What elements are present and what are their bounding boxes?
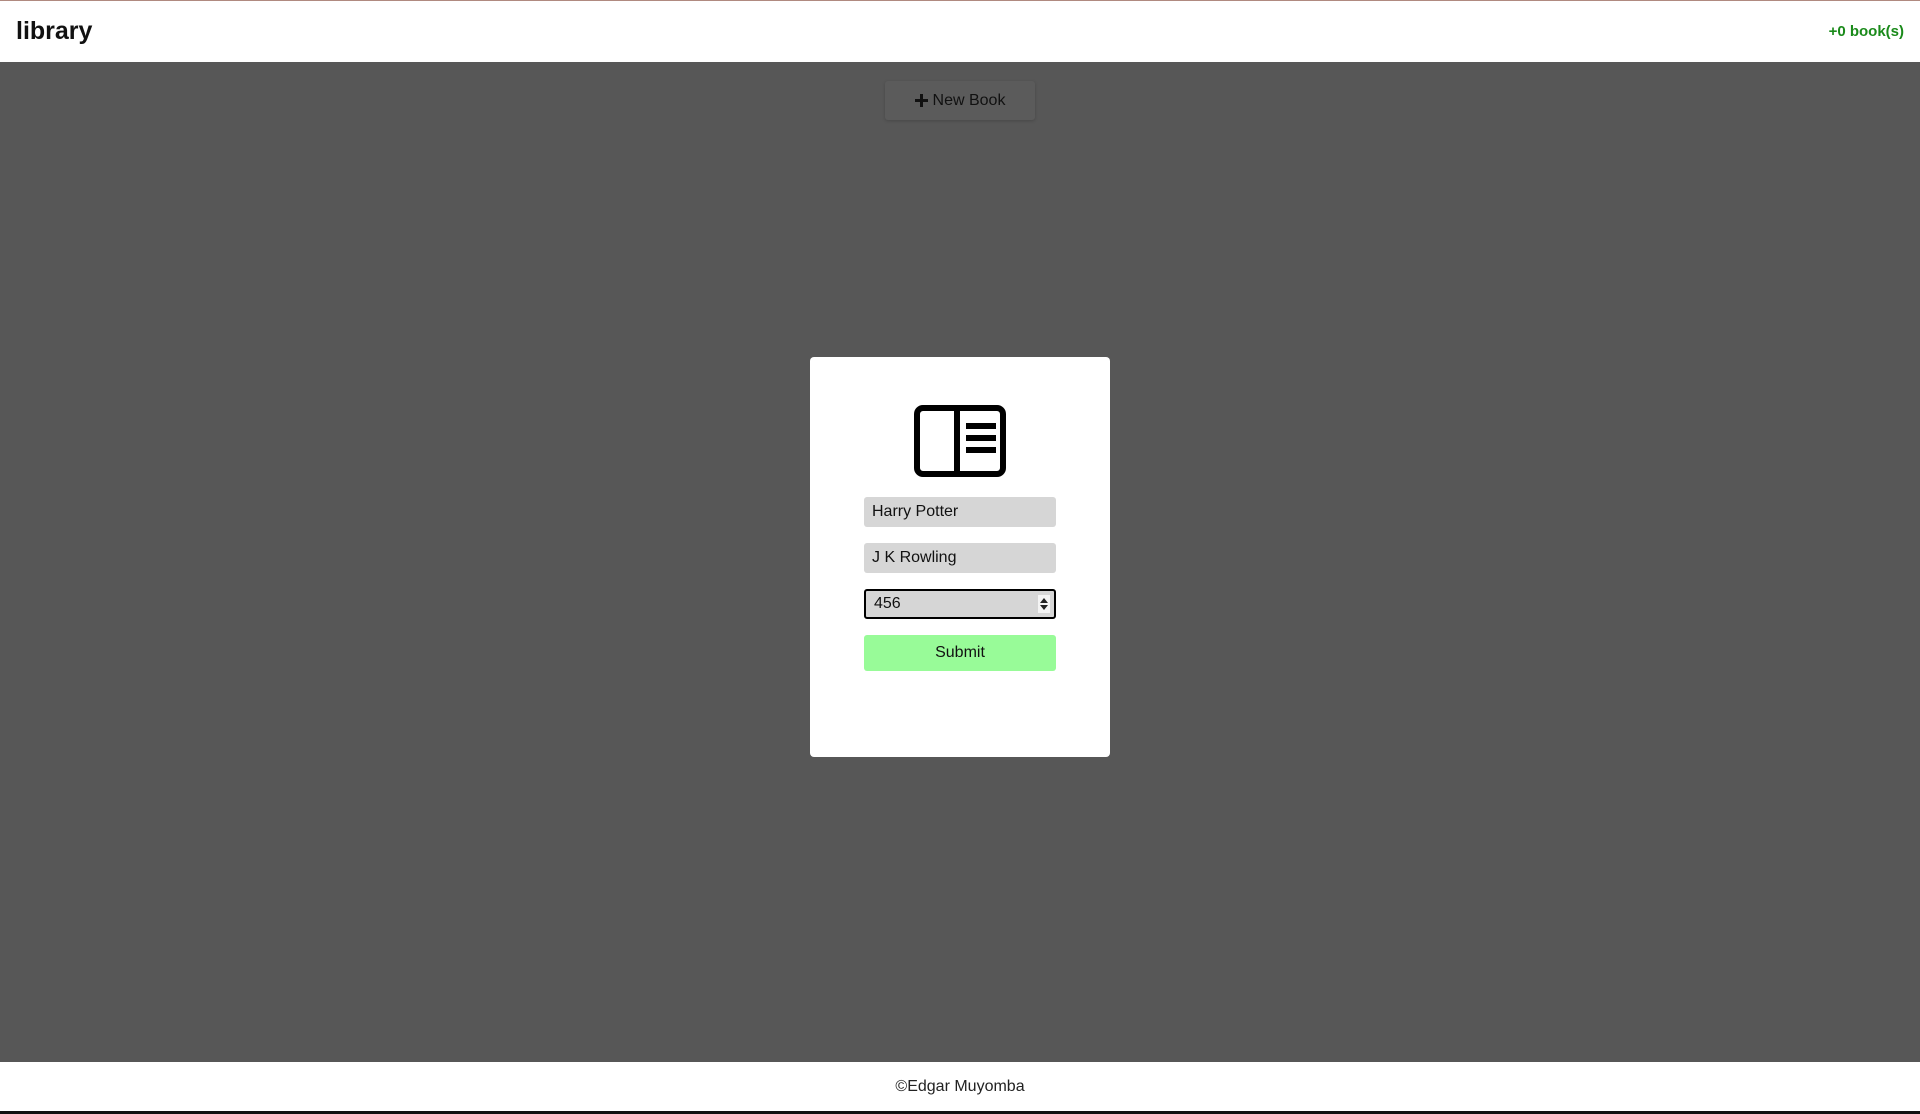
app-header: library +0 book(s) (0, 0, 1920, 62)
copyright-text: ©Edgar Muyomba (895, 1077, 1025, 1095)
title-input[interactable]: Harry Potter (864, 497, 1056, 527)
new-book-button[interactable]: New Book (885, 81, 1035, 120)
book-icon (914, 405, 1006, 477)
new-book-modal: Harry Potter J K Rowling 456 Submit (810, 357, 1110, 757)
app-title: library (16, 17, 93, 45)
chevron-down-icon[interactable] (1040, 605, 1048, 610)
chevron-up-icon[interactable] (1040, 598, 1048, 603)
author-input[interactable]: J K Rowling (864, 543, 1056, 573)
number-stepper[interactable] (1038, 595, 1050, 613)
submit-button[interactable]: Submit (864, 635, 1056, 671)
pages-value: 456 (874, 595, 901, 612)
plus-icon (914, 94, 928, 107)
new-book-label: New Book (932, 91, 1006, 109)
pages-input[interactable]: 456 (864, 589, 1056, 619)
book-count-badge: +0 book(s) (1828, 23, 1904, 40)
app-footer: ©Edgar Muyomba (0, 1062, 1920, 1114)
